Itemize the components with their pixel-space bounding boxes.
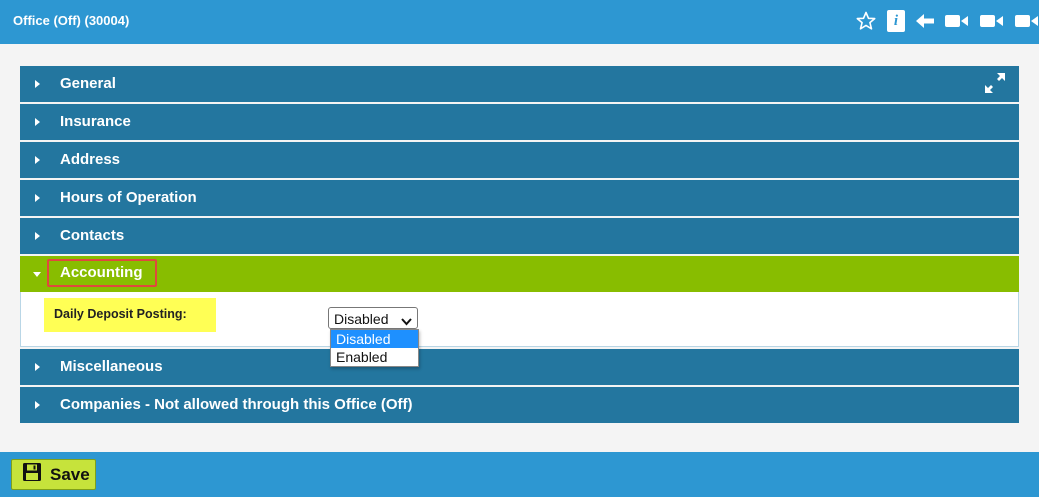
save-button-label: Save <box>50 464 90 484</box>
header-toolbar: i <box>845 10 1039 32</box>
floppy-disk-icon <box>22 462 42 487</box>
daily-deposit-posting-select[interactable]: Disabled <box>328 307 418 329</box>
office-sections-panel: General Insurance Address Hours of Opera… <box>20 66 1019 425</box>
option-enabled[interactable]: Enabled <box>331 348 418 366</box>
section-label: Insurance <box>60 113 131 130</box>
back-arrow-icon[interactable] <box>916 10 934 32</box>
daily-deposit-posting-label: Daily Deposit Posting: <box>44 298 216 332</box>
section-label: Address <box>60 151 121 168</box>
caret-right-icon <box>35 118 40 126</box>
chevron-down-icon <box>401 313 412 329</box>
section-label: Companies - Not allowed through this Off… <box>60 396 413 413</box>
section-contacts[interactable]: Contacts <box>20 218 1019 254</box>
caret-right-icon <box>35 80 40 88</box>
expand-icon[interactable] <box>984 72 1006 98</box>
caret-right-icon <box>35 232 40 240</box>
section-label: Accounting <box>60 264 143 281</box>
section-label: Hours of Operation <box>60 189 197 206</box>
daily-deposit-posting-options: Disabled Enabled <box>330 329 419 367</box>
star-icon[interactable] <box>856 10 876 32</box>
section-label: Contacts <box>60 227 125 244</box>
video-icon[interactable] <box>1015 10 1039 32</box>
caret-right-icon <box>35 156 40 164</box>
section-general[interactable]: General <box>20 66 1019 102</box>
caret-right-icon <box>35 363 40 371</box>
footer-bar: Save <box>0 452 1039 497</box>
section-label: Miscellaneous <box>60 358 163 375</box>
section-miscellaneous[interactable]: Miscellaneous <box>20 349 1019 385</box>
video-icon[interactable] <box>980 10 1004 32</box>
info-icon[interactable]: i <box>887 10 905 32</box>
caret-down-icon <box>33 272 41 277</box>
section-address[interactable]: Address <box>20 142 1019 178</box>
section-hours-of-operation[interactable]: Hours of Operation <box>20 180 1019 216</box>
accounting-section-body: Daily Deposit Posting: Disabled Disabled… <box>20 292 1019 367</box>
video-icon[interactable] <box>945 10 969 32</box>
option-disabled[interactable]: Disabled <box>331 330 418 348</box>
section-accounting[interactable]: Accounting <box>20 256 1019 292</box>
window-title: Office (Off) (30004) <box>13 13 130 28</box>
select-value: Disabled <box>334 311 389 327</box>
caret-right-icon <box>35 401 40 409</box>
caret-right-icon <box>35 194 40 202</box>
save-button[interactable]: Save <box>11 459 96 490</box>
section-label: General <box>60 75 116 92</box>
section-insurance[interactable]: Insurance <box>20 104 1019 140</box>
section-companies-not-allowed[interactable]: Companies - Not allowed through this Off… <box>20 387 1019 423</box>
window-header: Office (Off) (30004) i <box>0 0 1039 44</box>
